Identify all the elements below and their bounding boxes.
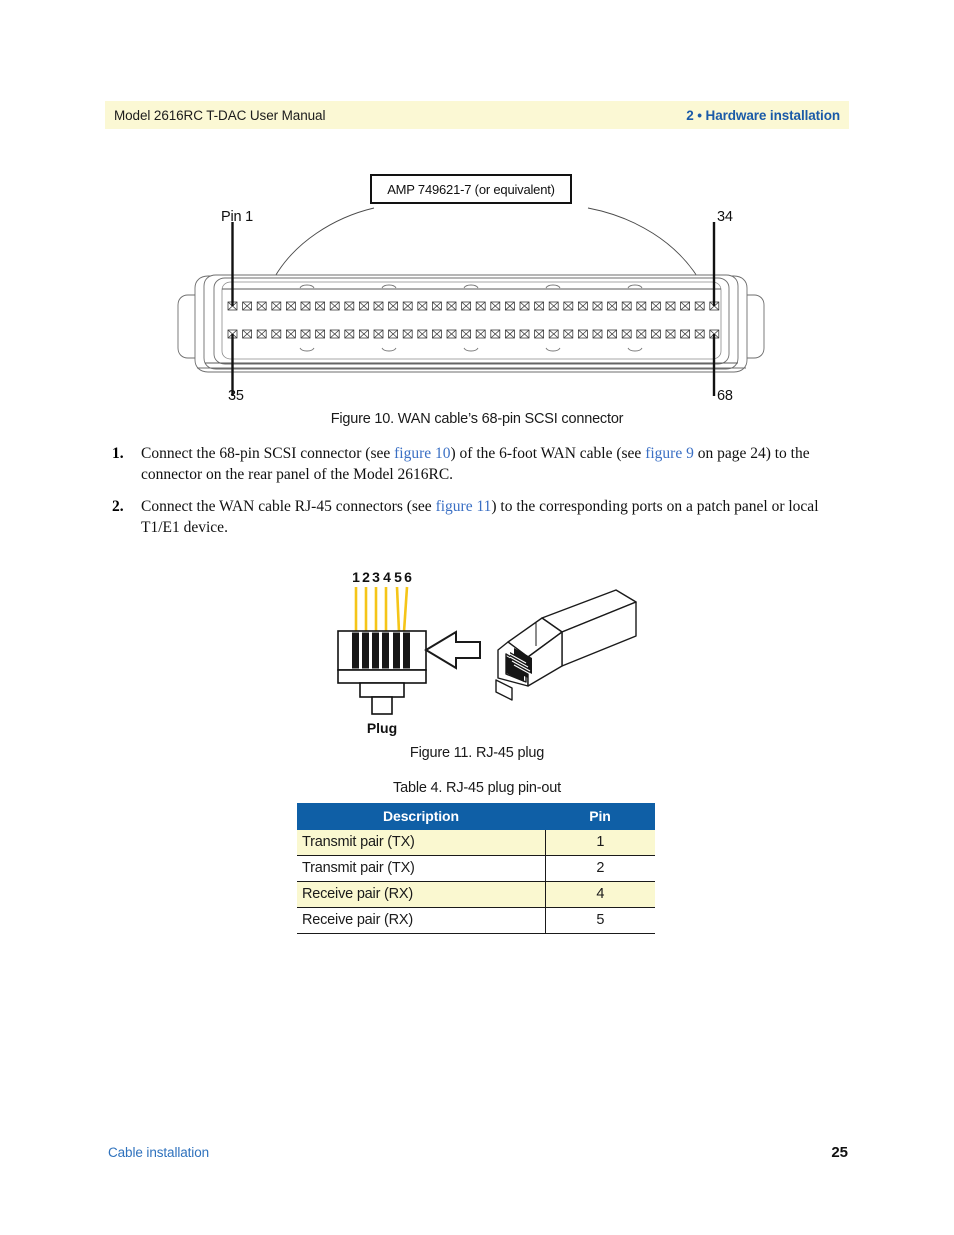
cell-pin: 2: [545, 855, 655, 882]
list-item: 1. Connect the 68-pin SCSI connector (se…: [108, 444, 850, 485]
step-text-run: ) of the 6-foot WAN cable (see: [450, 445, 646, 462]
page-footer: Cable installation 25: [108, 1144, 848, 1161]
table-row: Transmit pair (TX) 1: [297, 830, 655, 856]
cell-description: Receive pair (RX): [297, 907, 546, 934]
step-text: Connect the WAN cable RJ-45 connectors (…: [141, 497, 850, 538]
header-chapter-title: 2 • Hardware installation: [686, 107, 840, 123]
figure-11-rj45-plug-drawing: 1 2 3 4 5 6 Plug: [330, 558, 650, 738]
plug-label: Plug: [367, 720, 397, 736]
cell-pin: 4: [545, 881, 655, 908]
list-item: 2. Connect the WAN cable RJ-45 connector…: [108, 497, 850, 538]
plug-wires: [354, 586, 409, 633]
table-row: Transmit pair (TX) 2: [297, 855, 655, 882]
column-header-pin: Pin: [545, 803, 655, 830]
label-pin-34: 34: [717, 209, 733, 225]
step-text-run: Connect the 68-pin SCSI connector (see: [141, 445, 395, 462]
table-row: Receive pair (RX) 5: [297, 907, 655, 934]
column-header-description: Description: [297, 803, 545, 830]
svg-text:5: 5: [394, 569, 402, 585]
cross-reference-link[interactable]: figure 9: [645, 445, 694, 462]
step-text: Connect the 68-pin SCSI connector (see f…: [141, 444, 850, 485]
step-text-run: Connect the WAN cable RJ-45 connectors (…: [141, 498, 436, 516]
label-pin-68: 68: [717, 388, 733, 404]
table-header-row: Description Pin: [297, 803, 655, 830]
figure-10-callout-box: AMP 749621-7 (or equivalent): [370, 174, 572, 204]
instruction-step-list: 1. Connect the 68-pin SCSI connector (se…: [108, 444, 850, 550]
table-4-caption: Table 4. RJ-45 plug pin-out: [393, 780, 561, 796]
table-rj45-pinout: Description Pin Transmit pair (TX) 1 Tra…: [297, 803, 655, 934]
table-row: Receive pair (RX) 4: [297, 881, 655, 908]
footer-section-link[interactable]: Cable installation: [108, 1145, 209, 1160]
callout-part-number: AMP 749621-7 (or equivalent): [387, 181, 555, 197]
plug-wire-numbers: 1 2 3 4 5 6: [352, 569, 412, 585]
step-number: 2.: [112, 498, 124, 516]
svg-text:1: 1: [352, 569, 360, 585]
step-number: 1.: [112, 445, 124, 462]
cell-description: Transmit pair (TX): [297, 830, 546, 856]
page-running-header: Model 2616RC T-DAC User Manual 2 • Hardw…: [105, 101, 849, 129]
label-pin-1: Pin 1: [221, 209, 254, 225]
rj45-connector-3d: [495, 589, 637, 701]
figure-11-caption: Figure 11. RJ-45 plug: [409, 745, 545, 761]
page-number: 25: [831, 1144, 848, 1161]
figure-10-caption: Figure 10. WAN cable’s 68-pin SCSI conne…: [330, 411, 624, 427]
cell-description: Receive pair (RX): [297, 881, 546, 908]
svg-text:3: 3: [372, 569, 380, 585]
svg-text:6: 6: [404, 569, 412, 585]
direction-arrow-icon: [424, 630, 481, 670]
label-pin-35: 35: [228, 388, 244, 404]
svg-text:2: 2: [362, 569, 370, 585]
cell-pin: 1: [545, 830, 655, 856]
cell-pin: 5: [545, 907, 655, 934]
cross-reference-link[interactable]: figure 11: [436, 498, 492, 515]
cell-description: Transmit pair (TX): [297, 855, 546, 882]
header-manual-title: Model 2616RC T-DAC User Manual: [114, 107, 326, 123]
cross-reference-link[interactable]: figure 10: [394, 445, 450, 462]
svg-text:4: 4: [383, 569, 391, 585]
